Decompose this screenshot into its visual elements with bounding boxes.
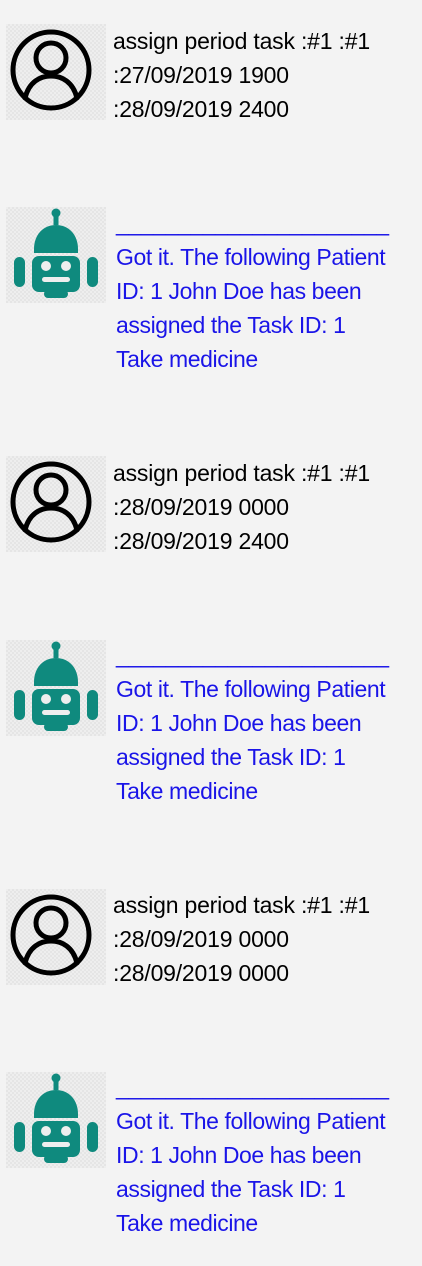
bot-avatar [6, 207, 106, 303]
user-avatar [6, 24, 106, 120]
message-line: :27/09/2019 1900 [113, 62, 289, 88]
message-line: ID: 1 John Doe has been [116, 710, 362, 736]
bot-avatar [6, 640, 106, 736]
message-line: :28/09/2019 0000 [113, 960, 289, 986]
robot-icon [14, 1073, 98, 1163]
user-profile-icon [10, 894, 92, 976]
message-line: :28/09/2019 2400 [113, 528, 289, 554]
robot-icon [14, 208, 98, 298]
message-line: Got it. The following Patient [116, 676, 386, 702]
message-line: assigned the Task ID: 1 [116, 312, 346, 338]
message-divider: ______________________ [116, 210, 389, 236]
message-divider: ______________________ [116, 642, 389, 668]
user-avatar [6, 889, 106, 985]
bot-avatar [6, 1072, 106, 1168]
message-line: assign period task :#1 :#1 [113, 892, 370, 918]
message-line: Got it. The following Patient [116, 1108, 386, 1134]
message-line: :28/09/2019 0000 [113, 494, 289, 520]
message-line: Got it. The following Patient [116, 244, 386, 270]
user-avatar [6, 456, 106, 552]
user-profile-icon [10, 29, 92, 111]
message-line: assign period task :#1 :#1 [113, 28, 370, 54]
message-line: :28/09/2019 0000 [113, 926, 289, 952]
message-line: Take medicine [116, 346, 258, 372]
message-line: ID: 1 John Doe has been [116, 278, 362, 304]
message-line: Take medicine [116, 1210, 258, 1236]
robot-icon [14, 641, 98, 731]
message-line: assign period task :#1 :#1 [113, 460, 370, 486]
message-line: :28/09/2019 2400 [113, 96, 289, 122]
message-line: Take medicine [116, 778, 258, 804]
message-line: assigned the Task ID: 1 [116, 1176, 346, 1202]
message-divider: ______________________ [116, 1074, 389, 1100]
message-line: ID: 1 John Doe has been [116, 1142, 362, 1168]
user-profile-icon [10, 461, 92, 543]
message-line: assigned the Task ID: 1 [116, 744, 346, 770]
